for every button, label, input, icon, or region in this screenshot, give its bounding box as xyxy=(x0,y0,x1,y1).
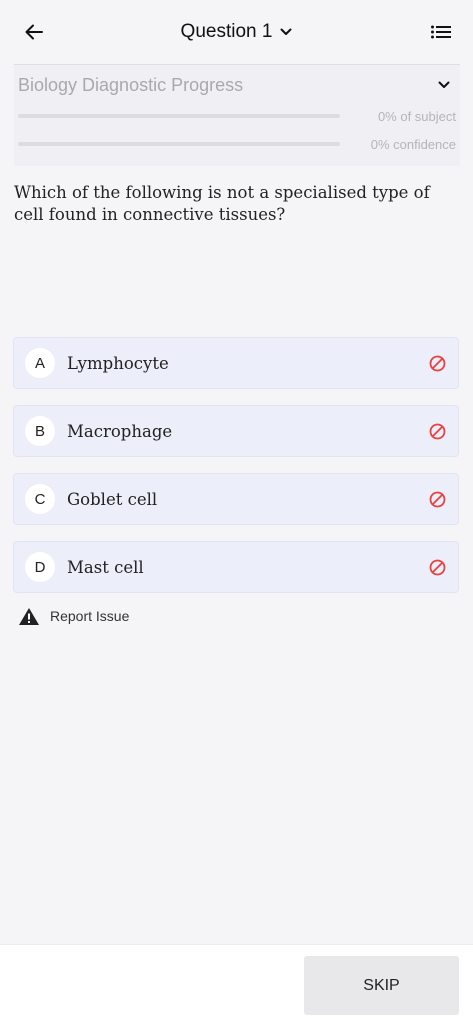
question-text: Which of the following is not a speciali… xyxy=(14,183,430,224)
progress-toggle[interactable]: Biology Diagnostic Progress xyxy=(18,73,456,97)
option-letter: C xyxy=(25,484,55,514)
top-bar: Question 1 xyxy=(0,0,473,64)
confidence-progress-row: 0% confidence xyxy=(18,134,456,154)
confidence-progress-bar xyxy=(18,142,340,146)
subject-progress-bar xyxy=(18,114,340,118)
prohibited-icon xyxy=(429,491,445,507)
option-text: Macrophage xyxy=(67,421,173,441)
option-letter: D xyxy=(25,552,55,582)
prohibited-icon xyxy=(429,559,445,575)
answer-option-c[interactable]: C Goblet cell xyxy=(13,473,459,525)
report-issue-link[interactable]: Report Issue xyxy=(18,604,129,628)
warning-icon xyxy=(19,607,39,625)
report-issue-label: Report Issue xyxy=(50,608,130,624)
page-title: Question 1 xyxy=(180,21,273,42)
arrow-left-icon xyxy=(25,24,43,40)
answer-option-d[interactable]: D Mast cell xyxy=(13,541,459,593)
bottom-action-bar: SKIP xyxy=(0,944,473,1024)
question-list-button[interactable] xyxy=(429,20,453,44)
chevron-down-icon xyxy=(280,28,292,35)
answer-option-a[interactable]: A Lymphocyte xyxy=(13,337,459,389)
answer-option-b[interactable]: B Macrophage xyxy=(13,405,459,457)
progress-title: Biology Diagnostic Progress xyxy=(18,74,244,95)
option-text: Mast cell xyxy=(67,557,144,577)
list-icon xyxy=(431,25,451,39)
option-letter: B xyxy=(25,416,55,446)
option-text: Goblet cell xyxy=(67,489,158,509)
eliminate-option-button[interactable] xyxy=(426,420,448,442)
chevron-down-icon xyxy=(438,81,450,88)
eliminate-option-button[interactable] xyxy=(426,488,448,510)
option-text: Lymphocyte xyxy=(67,353,169,373)
subject-progress-row: 0% of subject xyxy=(18,106,456,126)
back-button[interactable] xyxy=(22,20,46,44)
question-selector[interactable]: Question 1 xyxy=(181,21,293,43)
prohibited-icon xyxy=(429,355,445,371)
diagnostic-progress-panel: Biology Diagnostic Progress 0% of subjec… xyxy=(14,64,460,166)
eliminate-option-button[interactable] xyxy=(426,352,448,374)
option-letter: A xyxy=(25,348,55,378)
skip-button[interactable]: SKIP xyxy=(304,956,459,1015)
prohibited-icon xyxy=(429,423,445,439)
confidence-progress-label: 0% confidence xyxy=(370,136,456,152)
subject-progress-label: 0% of subject xyxy=(377,108,456,124)
eliminate-option-button[interactable] xyxy=(426,556,448,578)
